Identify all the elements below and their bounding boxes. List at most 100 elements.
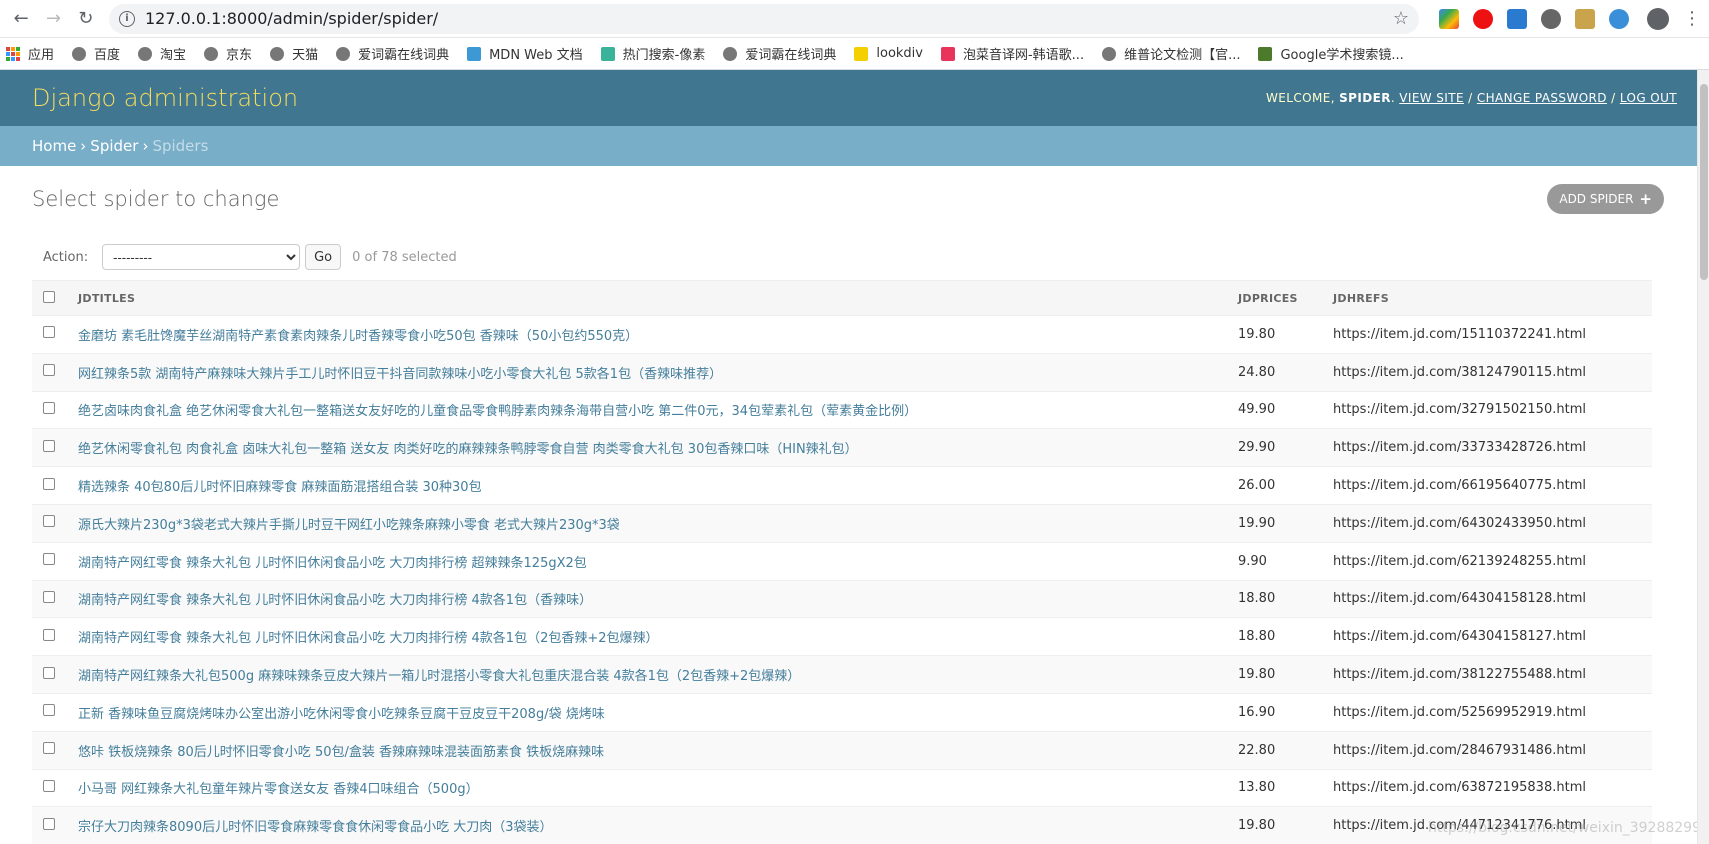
bookmark-item[interactable]: 爱词霸在线词典: [723, 44, 836, 63]
extension-icon[interactable]: [1506, 8, 1527, 29]
column-header-jdtitles[interactable]: JDTITLES: [78, 280, 1238, 316]
jdtitle-link[interactable]: 湖南特产网红零食 辣条大礼包 儿时怀旧休闲食品小吃 大刀肉排行榜 4款各1包（香…: [78, 593, 592, 608]
row-checkbox[interactable]: [43, 590, 55, 603]
row-checkbox-cell: [32, 731, 78, 770]
view-site-link[interactable]: VIEW SITE: [1399, 91, 1464, 105]
row-checkbox[interactable]: [43, 817, 55, 830]
jdtitle-cell: 悠咔 铁板烧辣条 80后儿时怀旧零食小吃 50包/盒装 香辣麻辣味混装面筋素食 …: [78, 731, 1238, 770]
bookmark-star-icon[interactable]: ☆: [1393, 8, 1409, 29]
jdhref-cell: https://item.jd.com/64302433950.html: [1333, 504, 1652, 543]
select-all-checkbox[interactable]: [43, 290, 55, 303]
scrollbar-thumb[interactable]: [1700, 84, 1708, 280]
row-checkbox[interactable]: [43, 742, 55, 755]
row-checkbox[interactable]: [43, 628, 55, 641]
jdtitle-link[interactable]: 绝艺休闲零食礼包 肉食礼盒 卤味大礼包一整箱 送女友 肉类好吃的麻辣辣条鸭脖零食…: [78, 442, 858, 457]
url-text[interactable]: 127.0.0.1:8000/admin/spider/spider/: [145, 9, 1393, 28]
jdprice-cell: 16.90: [1238, 693, 1333, 732]
table-row: 绝艺卤味肉食礼盒 绝艺休闲零食大礼包一整箱送女友好吃的儿童食品零食鸭脖素肉辣条海…: [32, 391, 1652, 430]
table-row: 源氏大辣片230g*3袋老式大辣片手撕儿时豆干网红小吃辣条麻辣小零食 老式大辣片…: [32, 504, 1652, 543]
watermark: https://blog.csdn.net/weixin_39288299: [1427, 820, 1701, 836]
jdprice-cell: 19.80: [1238, 655, 1333, 694]
page-scrollbar[interactable]: [1697, 70, 1709, 844]
add-spider-button[interactable]: ADD SPIDER +: [1547, 184, 1664, 214]
username: SPIDER: [1339, 91, 1391, 105]
row-checkbox[interactable]: [43, 364, 55, 377]
jdtitle-link[interactable]: 源氏大辣片230g*3袋老式大辣片手撕儿时豆干网红小吃辣条麻辣小零食 老式大辣片…: [78, 518, 620, 533]
select-all-checkbox-cell: [32, 280, 78, 316]
row-checkbox-cell: [32, 542, 78, 581]
jdtitle-link[interactable]: 网红辣条5款 湖南特产麻辣味大辣片手工儿时怀旧豆干抖音同款辣味小吃小零食大礼包 …: [78, 367, 722, 382]
back-icon[interactable]: ←: [8, 5, 34, 33]
extension-icon[interactable]: [1438, 8, 1459, 29]
jdtitle-link[interactable]: 宗仔大刀肉辣条8090后儿时怀旧零食麻辣零食食休闲零食品小吃 大刀肉（3袋装）: [78, 820, 553, 835]
jdprice-cell: 29.90: [1238, 428, 1333, 468]
jdtitle-cell: 宗仔大刀肉辣条8090后儿时怀旧零食麻辣零食食休闲零食品小吃 大刀肉（3袋装）: [78, 806, 1238, 844]
jdtitle-link[interactable]: 湖南特产网红零食 辣条大礼包 儿时怀旧休闲食品小吃 大刀肉排行榜 超辣辣条125…: [78, 556, 587, 571]
row-checkbox[interactable]: [43, 553, 55, 566]
jdtitle-link[interactable]: 绝艺卤味肉食礼盒 绝艺休闲零食大礼包一整箱送女友好吃的儿童食品零食鸭脖素肉辣条海…: [78, 404, 917, 419]
bookmark-apps[interactable]: 应用: [6, 44, 54, 63]
row-checkbox[interactable]: [43, 666, 55, 679]
row-checkbox-cell: [32, 315, 78, 354]
jdtitle-link[interactable]: 精选辣条 40包80后儿时怀旧麻辣零食 麻辣面筋混搭组合装 30种30包: [78, 480, 482, 495]
table-header-row: JDTITLES JDPRICES JDHREFS: [32, 280, 1652, 316]
jdtitle-link[interactable]: 正新 香辣味鱼豆腐烧烤味办公室出游小吃休闲零食小吃辣条豆腐干豆皮豆干208g/袋…: [78, 707, 605, 722]
profile-avatar[interactable]: [1646, 7, 1669, 30]
row-checkbox[interactable]: [43, 477, 55, 490]
globe-icon: [723, 46, 738, 61]
bookmark-item[interactable]: 热门搜索-像素: [600, 44, 705, 63]
menu-icon[interactable]: ⋮: [1683, 8, 1701, 29]
row-checkbox[interactable]: [43, 779, 55, 792]
change-password-link[interactable]: CHANGE PASSWORD: [1477, 91, 1607, 105]
logout-link[interactable]: LOG OUT: [1620, 91, 1677, 105]
jdtitle-link[interactable]: 悠咔 铁板烧辣条 80后儿时怀旧零食小吃 50包/盒装 香辣麻辣味混装面筋素食 …: [78, 745, 604, 760]
admin-header: Django administration WELCOME, SPIDER. V…: [0, 70, 1709, 126]
bookmark-item[interactable]: 维普论文检测【官...: [1102, 44, 1240, 63]
address-bar[interactable]: i 127.0.0.1:8000/admin/spider/spider/ ☆: [108, 3, 1419, 34]
jdprice-cell: 19.90: [1238, 504, 1333, 543]
jdtitle-link[interactable]: 湖南特产网红零食 辣条大礼包 儿时怀旧休闲食品小吃 大刀肉排行榜 4款各1包（2…: [78, 631, 659, 646]
bookmark-item[interactable]: 爱词霸在线词典: [336, 44, 449, 63]
bookmark-item[interactable]: MDN Web 文档: [467, 44, 583, 63]
jdhref-cell: https://item.jd.com/64304158128.html: [1333, 580, 1652, 619]
info-icon[interactable]: i: [118, 10, 135, 27]
column-header-jdprices[interactable]: JDPRICES: [1238, 280, 1333, 316]
go-button[interactable]: Go: [305, 244, 342, 270]
breadcrumb-app[interactable]: Spider: [90, 137, 138, 155]
site-branding[interactable]: Django administration: [32, 84, 298, 112]
bookmark-item[interactable]: 淘宝: [138, 44, 186, 63]
row-checkbox[interactable]: [43, 515, 55, 528]
doc-icon: [600, 46, 615, 61]
bookmark-item[interactable]: 京东: [204, 44, 252, 63]
breadcrumb-home[interactable]: Home: [32, 137, 76, 155]
table-row: 正新 香辣味鱼豆腐烧烤味办公室出游小吃休闲零食小吃辣条豆腐干豆皮豆干208g/袋…: [32, 693, 1652, 732]
row-checkbox[interactable]: [43, 326, 55, 339]
column-header-jdhrefs[interactable]: JDHREFS: [1333, 280, 1652, 316]
jdprice-cell: 19.80: [1238, 806, 1333, 844]
jdtitle-cell: 网红辣条5款 湖南特产麻辣味大辣片手工儿时怀旧豆干抖音同款辣味小吃小零食大礼包 …: [78, 353, 1238, 392]
jdhref-cell: https://item.jd.com/28467931486.html: [1333, 731, 1652, 770]
jdtitle-link[interactable]: 金磨坊 素毛肚馋魔芋丝湖南特产素食素肉辣条儿时香辣零食小吃50包 香辣味（50小…: [78, 329, 638, 344]
bookmark-item[interactable]: 天猫: [270, 44, 318, 63]
row-checkbox[interactable]: [43, 401, 55, 414]
jdtitle-link[interactable]: 湖南特产网红辣条大礼包500g 麻辣味辣条豆皮大辣片一箱儿时混搭小零食大礼包重庆…: [78, 669, 800, 684]
translate-icon[interactable]: [1608, 8, 1629, 29]
bookmark-item[interactable]: lookdiv: [854, 46, 923, 61]
jdhref-cell: https://item.jd.com/52569952919.html: [1333, 693, 1652, 732]
recycle-icon[interactable]: [1540, 8, 1561, 29]
bookmark-item[interactable]: 百度: [72, 44, 120, 63]
jdtitle-link[interactable]: 小马哥 网红辣条大礼包童年辣片零食送女友 香辣4口味组合（500g）: [78, 782, 479, 797]
forward-icon[interactable]: →: [40, 5, 66, 33]
jdhref-cell: https://item.jd.com/32791502150.html: [1333, 391, 1652, 430]
bookmark-item[interactable]: Google学术搜索镜...: [1258, 44, 1404, 63]
bookmark-item[interactable]: 泡菜音译网-韩语歌...: [940, 44, 1084, 63]
jdtitle-cell: 湖南特产网红零食 辣条大礼包 儿时怀旧休闲食品小吃 大刀肉排行榜 超辣辣条125…: [78, 542, 1238, 581]
admin-page: Django administration WELCOME, SPIDER. V…: [0, 70, 1709, 844]
image-icon[interactable]: [1574, 8, 1595, 29]
opera-icon[interactable]: [1472, 8, 1493, 29]
row-checkbox[interactable]: [43, 439, 55, 452]
table-row: 小马哥 网红辣条大礼包童年辣片零食送女友 香辣4口味组合（500g） 13.80 h…: [32, 769, 1652, 808]
row-checkbox[interactable]: [43, 704, 55, 717]
action-select[interactable]: ---------: [102, 244, 301, 270]
reload-icon[interactable]: ↻: [73, 5, 99, 33]
